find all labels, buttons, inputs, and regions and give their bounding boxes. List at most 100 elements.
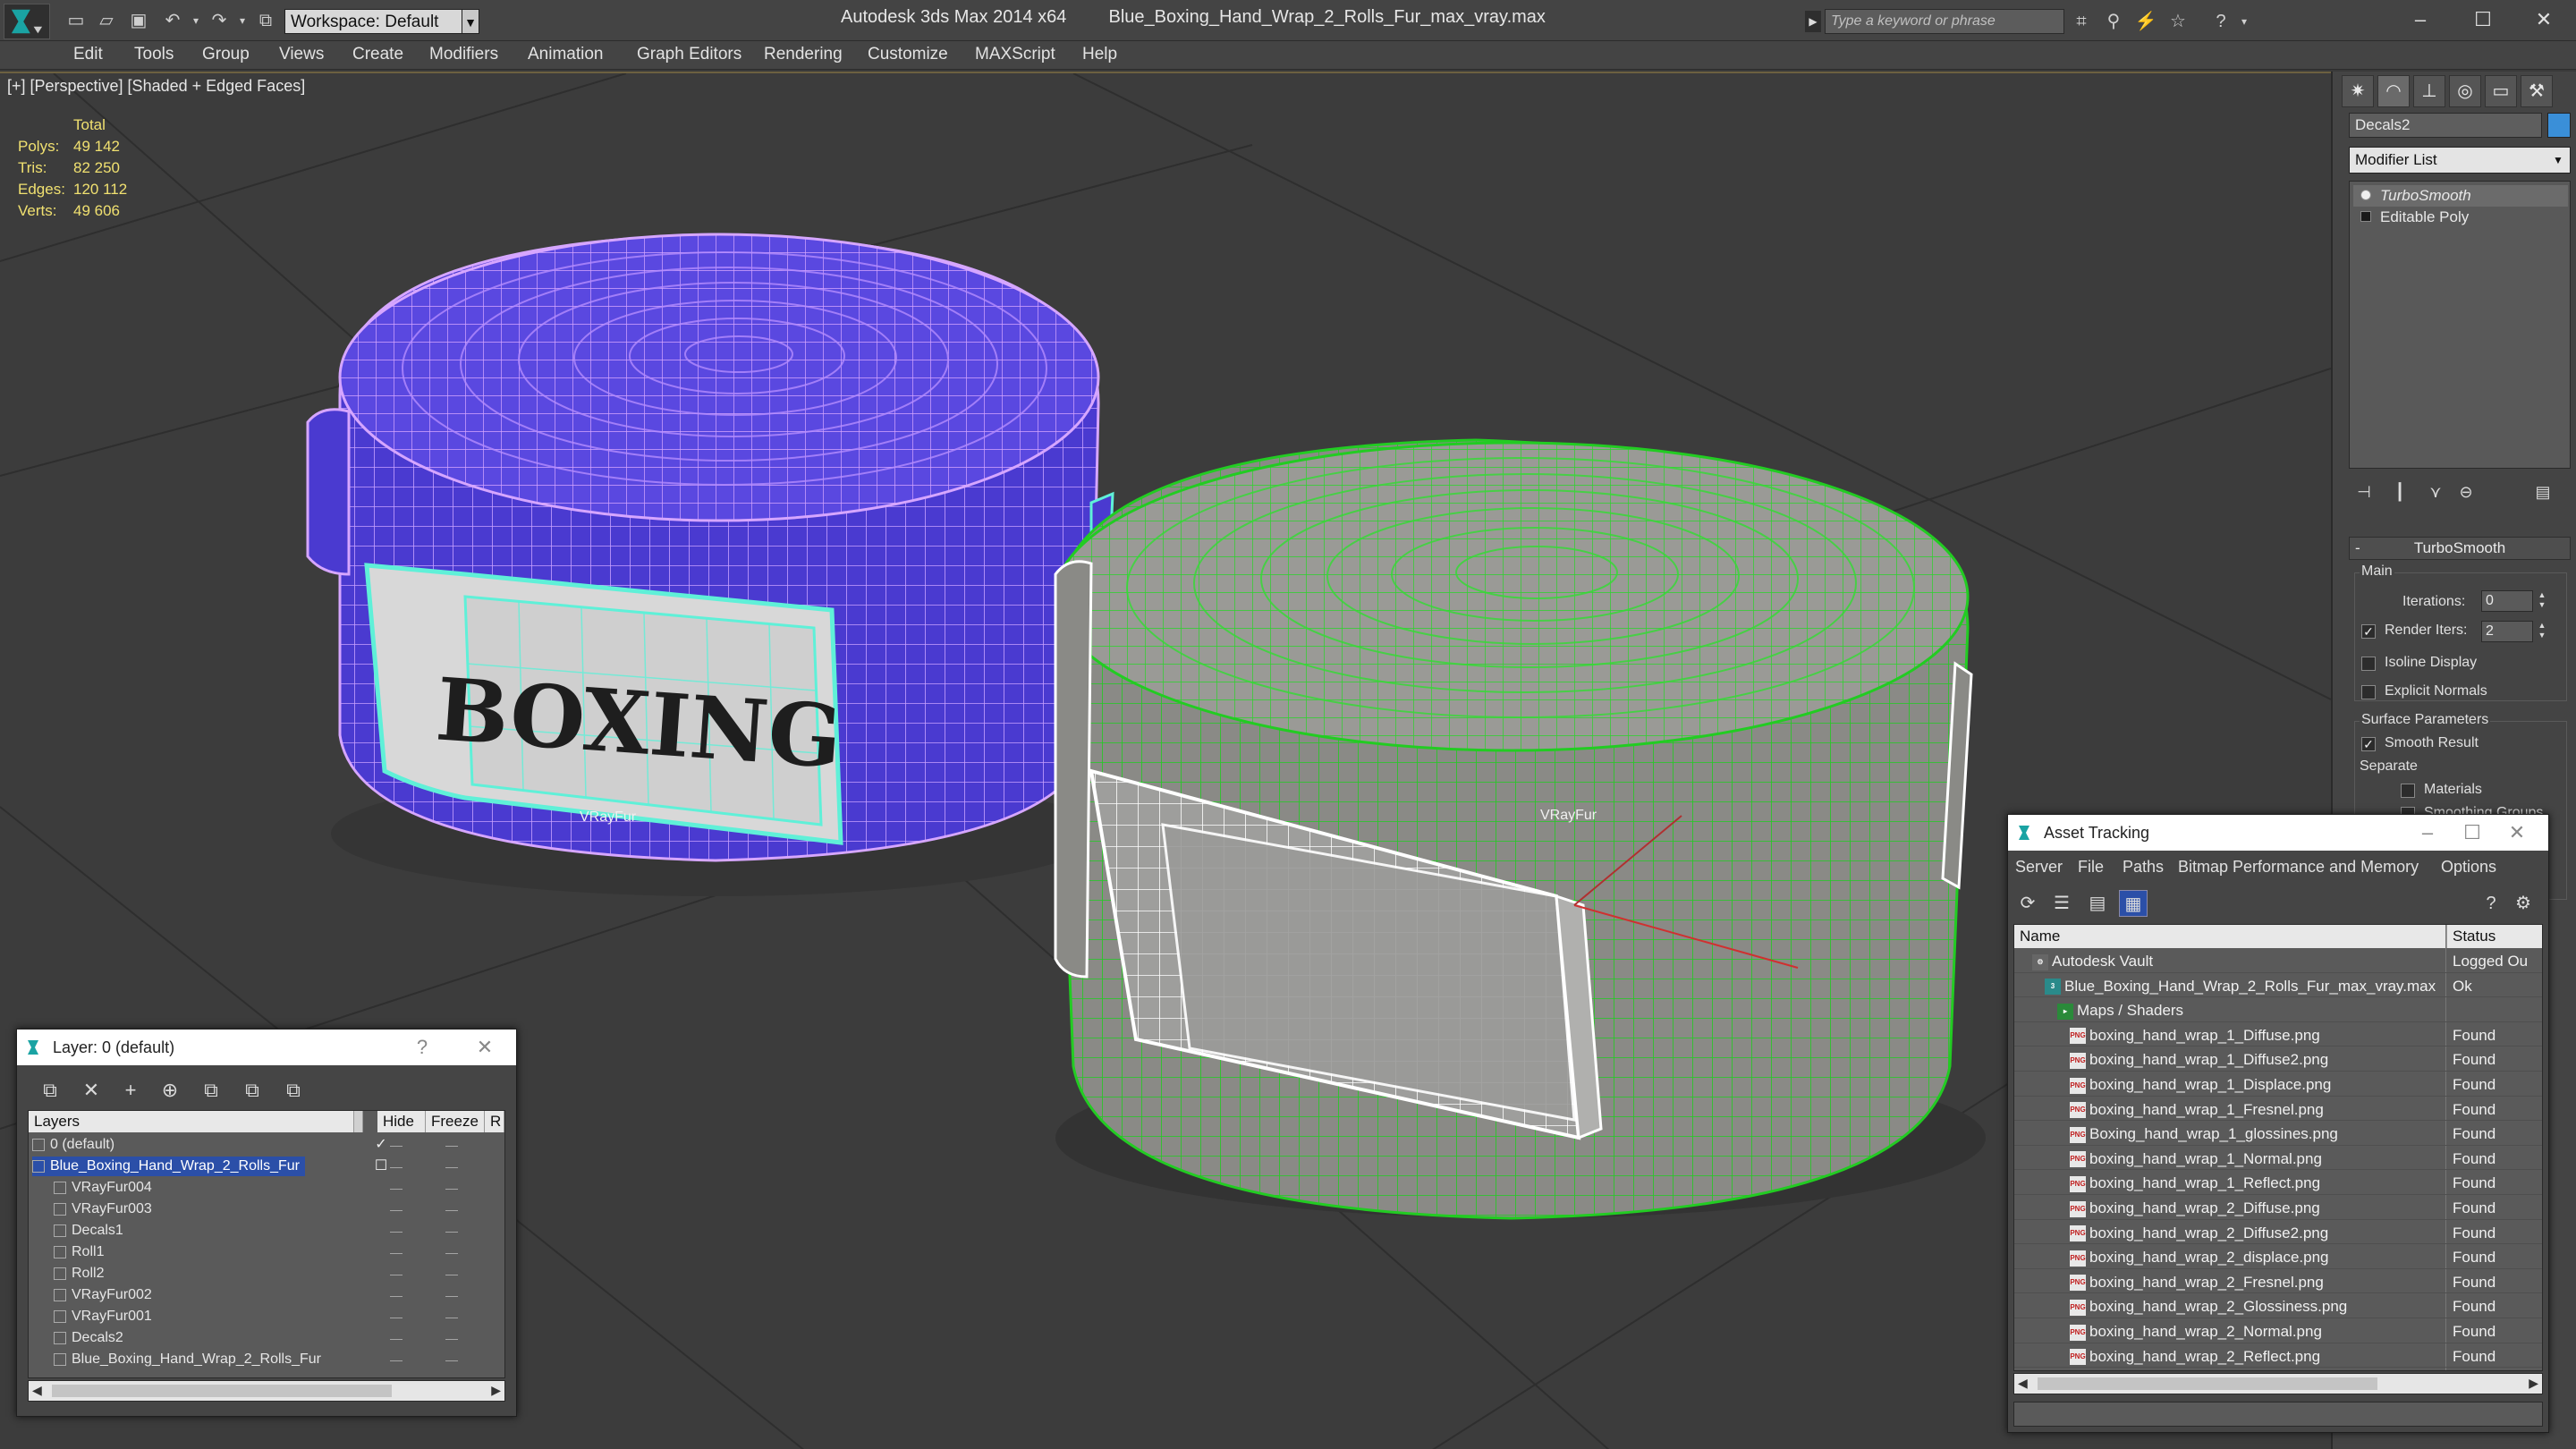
layer-row[interactable]: Roll2 — — [29,1263,504,1284]
close-icon[interactable]: ✕ [2504,820,2530,845]
menu-group[interactable]: Group [202,45,250,64]
play-triangle-icon[interactable]: ▶ [1805,11,1821,32]
column-header-freeze[interactable]: Freeze [426,1111,485,1132]
asset-row[interactable]: 3 Blue_Boxing_Hand_Wrap_2_Rolls_Fur_max_v… [2014,975,2542,998]
select-objects-icon[interactable]: ⊕ [155,1076,185,1105]
settings-icon[interactable]: ⚙ [2509,890,2538,917]
binoculars-icon[interactable]: ⌗ [2070,11,2093,32]
smooth-result-checkbox[interactable]: ✓ [2361,737,2376,751]
hide-toggle[interactable]: — [386,1156,406,1177]
new-file-icon[interactable]: ▭ [64,11,88,30]
help-icon[interactable]: ? [2209,11,2233,32]
freeze-all-layers-icon[interactable]: ⧉ [278,1076,309,1105]
workspace-selector[interactable]: Workspace: Default [284,9,479,34]
asset-menu-bitmap-performance[interactable]: Bitmap Performance and Memory [2178,858,2419,877]
turbosmooth-rollout-header[interactable]: - TurboSmooth [2349,537,2571,560]
hide-all-layers-icon[interactable]: ⧉ [237,1076,267,1105]
freeze-toggle[interactable]: — [442,1327,462,1349]
freeze-toggle[interactable]: — [442,1177,462,1199]
scrollbar-thumb[interactable] [52,1385,392,1397]
scroll-right-icon[interactable]: ▶ [491,1383,501,1398]
asset-row[interactable]: PNG boxing_hand_wrap_2_Diffuse.png Found [2014,1197,2542,1220]
layer-row[interactable]: Decals1 — — [29,1220,504,1241]
scroll-right-icon[interactable]: ▶ [2529,1376,2538,1391]
table-view-icon[interactable]: ▦ [2119,890,2148,917]
search-input[interactable]: Type a keyword or phrase [1825,9,2064,34]
green-hand-wrap-roll[interactable] [1054,438,1973,1220]
explicit-normals-checkbox[interactable] [2361,685,2376,699]
delete-layer-icon[interactable]: ✕ [76,1076,106,1105]
configure-modifier-sets-icon[interactable]: ▤ [2531,479,2555,504]
freeze-toggle[interactable]: — [442,1134,462,1156]
asset-row[interactable]: PNG boxing_hand_wrap_2_Glossiness.png Foun… [2014,1295,2542,1318]
asset-row[interactable]: PNG boxing_hand_wrap_2_displace.png Found [2014,1246,2542,1269]
freeze-toggle[interactable]: — [442,1306,462,1327]
hide-toggle[interactable]: — [386,1220,406,1241]
asset-row[interactable]: PNG boxing_hand_wrap_1_Fresnel.png Found [2014,1098,2542,1122]
freeze-toggle[interactable]: — [442,1156,462,1177]
hide-toggle[interactable]: — [386,1306,406,1327]
menu-graph-editors[interactable]: Graph Editors [637,45,741,64]
column-header-hide[interactable]: Hide [377,1111,426,1132]
stack-item-turbosmooth[interactable]: TurboSmooth [2353,185,2568,207]
menu-rendering[interactable]: Rendering [764,45,843,64]
viewport-label[interactable]: [+] [Perspective] [Shaded + Edged Faces] [7,77,305,96]
create-tab-icon[interactable]: ✷ [2342,75,2374,107]
freeze-toggle[interactable]: — [442,1349,462,1370]
menu-modifiers[interactable]: Modifiers [429,45,498,64]
layer-row[interactable]: VRayFur003 — — [29,1199,504,1220]
asset-row[interactable]: PNG boxing_hand_wrap_2_Diffuse2.png Found [2014,1222,2542,1245]
display-tab-icon[interactable]: ▭ [2485,75,2517,107]
layer-row[interactable]: 0 (default) ✓ — — [29,1134,504,1156]
render-iters-checkbox[interactable]: ✓ [2361,624,2376,639]
pin-stack-icon[interactable]: ⊣ [2352,479,2376,504]
minimize-icon[interactable]: – [2414,820,2441,845]
hide-toggle[interactable]: — [386,1177,406,1199]
menu-create[interactable]: Create [352,45,403,64]
list-view-icon[interactable]: ☰ [2047,890,2076,917]
asset-menu-server[interactable]: Server [2015,858,2063,877]
freeze-toggle[interactable]: — [442,1284,462,1306]
create-layer-icon[interactable]: ⧉ [35,1076,65,1105]
blue-hand-wrap-roll[interactable]: BOXING [306,233,1114,862]
layer-row[interactable]: VRayFur001 — — [29,1306,504,1327]
layer-name[interactable]: Roll2 [54,1264,109,1284]
iterations-spinner-arrows-icon[interactable]: ▲ ▼ [2535,590,2549,612]
hide-toggle[interactable]: — [386,1349,406,1370]
asset-menu-file[interactable]: File [2078,858,2104,877]
hide-toggle[interactable]: — [386,1241,406,1263]
freeze-toggle[interactable]: — [442,1241,462,1263]
layer-row[interactable]: VRayFur004 — — [29,1177,504,1199]
save-file-icon[interactable]: ▣ [127,11,150,30]
asset-row[interactable]: ⚙ Autodesk Vault Logged Ou [2014,950,2542,973]
help-dropdown-icon[interactable]: ▾ [2233,11,2256,32]
hide-toggle[interactable]: — [386,1327,406,1349]
layer-name[interactable]: Decals2 [54,1328,129,1348]
menu-tools[interactable]: Tools [134,45,174,64]
layer-name[interactable]: VRayFur003 [54,1199,157,1219]
layer-row[interactable]: Blue_Boxing_Hand_Wrap_2_Rolls_Fur — — [29,1349,504,1370]
menu-customize[interactable]: Customize [868,45,948,64]
menu-edit[interactable]: Edit [73,45,103,64]
redo-icon[interactable]: ↷ [208,11,231,30]
make-unique-icon[interactable]: ⋎ [2424,479,2447,504]
undo-icon[interactable]: ↶ [161,11,184,30]
layer-name[interactable]: Blue_Boxing_Hand_Wrap_2_Rolls_Fur [54,1350,326,1369]
scrollbar-thumb[interactable] [2038,1377,2377,1390]
asset-row[interactable]: PNG boxing_hand_wrap_2_Fresnel.png Found [2014,1271,2542,1294]
show-end-result-icon[interactable]: ┃ [2388,479,2411,504]
communication-center-icon[interactable]: ⚡ [2134,11,2157,32]
remove-modifier-icon[interactable]: ⊖ [2454,479,2478,504]
refresh-icon[interactable]: ⟳ [2013,890,2042,917]
hold-icon[interactable]: ⧉ [254,11,277,30]
layer-name[interactable]: Roll1 [54,1242,109,1262]
materials-checkbox[interactable] [2401,784,2415,798]
asset-menu-paths[interactable]: Paths [2123,858,2164,877]
layer-name[interactable]: Blue_Boxing_Hand_Wrap_2_Rolls_Fur [32,1157,305,1176]
scroll-left-icon[interactable]: ◀ [32,1383,42,1398]
asset-row[interactable]: PNG boxing_hand_wrap_1_Displace.png Found [2014,1073,2542,1097]
freeze-toggle[interactable]: — [442,1199,462,1220]
layer-name[interactable]: VRayFur004 [54,1178,157,1198]
asset-row[interactable]: PNG boxing_hand_wrap_2_Reflect.png Found [2014,1345,2542,1368]
column-header-layers[interactable]: Layers [29,1111,354,1132]
